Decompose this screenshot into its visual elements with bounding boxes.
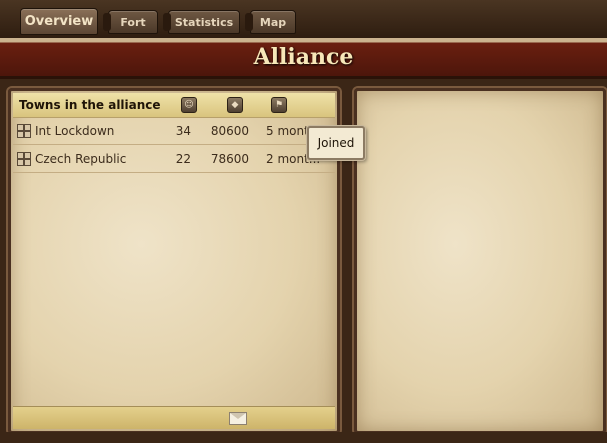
town-members: 34 bbox=[175, 124, 191, 138]
towns-panel-footer bbox=[13, 406, 335, 429]
town-members: 22 bbox=[175, 152, 191, 166]
town-name[interactable]: Int Lockdown bbox=[35, 124, 114, 138]
tab-fort[interactable]: Fort bbox=[103, 10, 158, 34]
tab-divider bbox=[163, 13, 171, 31]
table-row[interactable]: Int Lockdown 34 80600 5 mont... bbox=[13, 118, 335, 145]
town-flag-icon bbox=[17, 152, 31, 166]
tab-statistics[interactable]: Statistics bbox=[163, 10, 240, 34]
detail-panel bbox=[354, 88, 606, 434]
town-name[interactable]: Czech Republic bbox=[35, 152, 126, 166]
tab-map-label: Map bbox=[259, 15, 287, 29]
tab-fort-label: Fort bbox=[120, 15, 146, 29]
town-flag-icon bbox=[17, 124, 31, 138]
tab-overview-label: Overview bbox=[24, 14, 94, 29]
tab-divider bbox=[103, 13, 111, 31]
joined-tooltip: Joined bbox=[307, 126, 365, 160]
bottom-frame bbox=[0, 432, 607, 443]
tab-divider bbox=[245, 13, 253, 31]
joined-icon[interactable]: ⚑ bbox=[271, 97, 287, 113]
town-points: 80600 bbox=[210, 124, 249, 138]
towns-list-header: Towns in the alliance ☺ ◆ ⚑ bbox=[13, 93, 335, 118]
table-row[interactable]: Czech Republic 22 78600 2 mont... bbox=[13, 146, 335, 173]
tab-overview[interactable]: Overview bbox=[20, 8, 98, 35]
points-icon[interactable]: ◆ bbox=[227, 97, 243, 113]
tab-bar: Overview Fort Statistics Map bbox=[0, 0, 607, 38]
town-points: 78600 bbox=[210, 152, 249, 166]
towns-panel: Towns in the alliance ☺ ◆ ⚑ Int Lockdown… bbox=[8, 88, 340, 434]
members-icon[interactable]: ☺ bbox=[181, 97, 197, 113]
tab-map[interactable]: Map bbox=[245, 10, 296, 34]
page-title: Alliance bbox=[253, 44, 354, 70]
towns-list-title: Towns in the alliance bbox=[19, 98, 161, 112]
tab-statistics-label: Statistics bbox=[174, 15, 234, 29]
envelope-icon[interactable] bbox=[229, 412, 247, 425]
